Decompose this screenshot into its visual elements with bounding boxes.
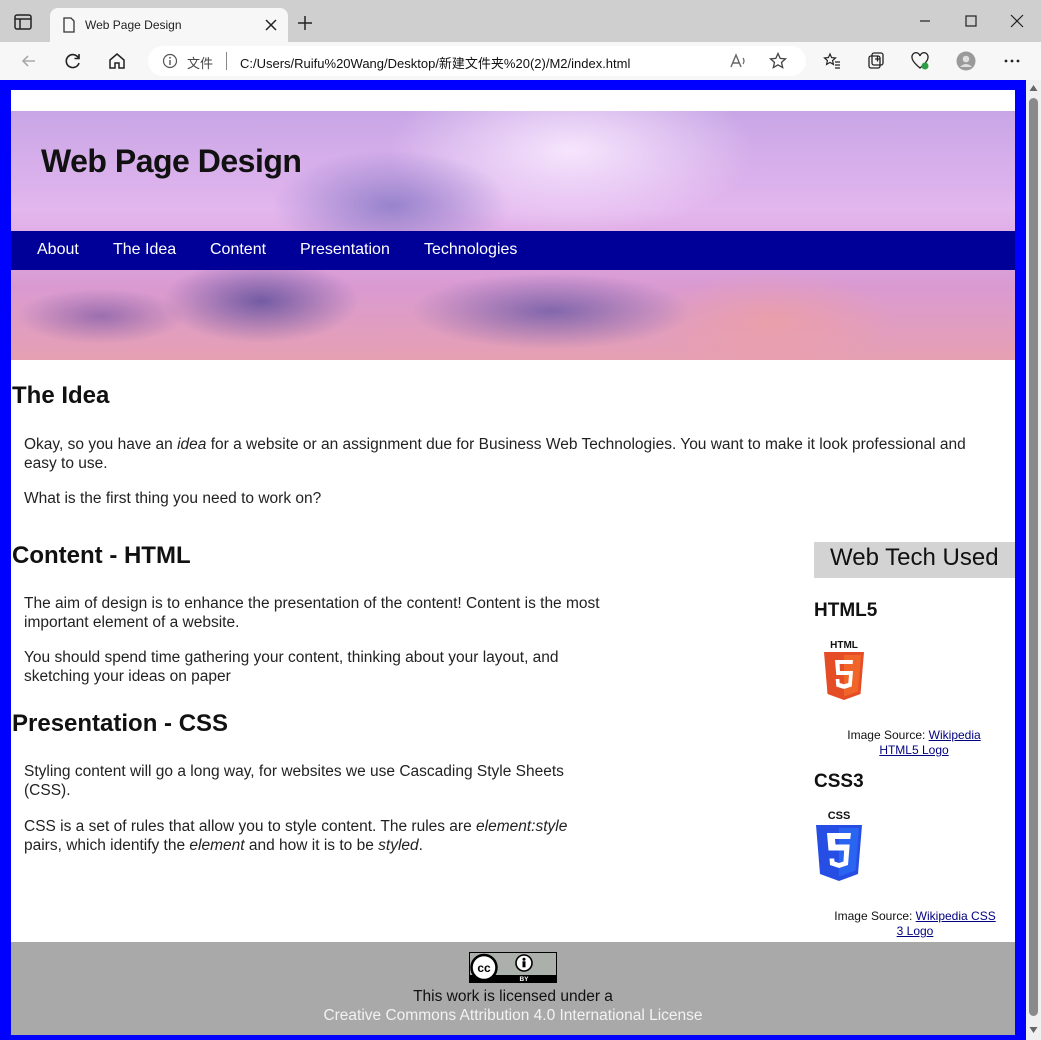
menu-item-content[interactable]: Content [210,241,266,259]
css3-heading: CSS3 [814,771,864,792]
html5-logo-icon: HTML [824,640,864,700]
aside-heading: Web Tech Used [814,542,1015,578]
new-tab-icon[interactable] [296,14,314,32]
active-tab[interactable]: Web Page Design [50,8,288,42]
url-text[interactable]: C:/Users/Ruifu%20Wang/Desktop/新建文件夹%20(2… [240,53,630,72]
html5-heading: HTML5 [814,600,878,621]
address-separator [226,52,227,70]
license-text: This work is licensed under a [413,988,613,1005]
scroll-up-arrow-icon[interactable] [1029,84,1038,92]
document-icon [63,17,75,33]
presentation-paragraph-1: Styling content will go a long way, for … [24,763,564,799]
address-prefix: 文件 [187,56,214,71]
refresh-icon[interactable] [63,51,83,71]
tab-strip: Web Page Design [0,0,1041,42]
svg-text:HTML: HTML [830,640,858,651]
tab-actions-icon[interactable] [14,14,32,30]
content-paragraph-1: The aim of design is to enhance the pres… [24,595,600,631]
menu-item-about[interactable]: About [37,241,79,259]
main-menu: About The Idea Content Presentation Tech… [11,231,1015,270]
svg-text:BY: BY [519,976,529,983]
content-paragraph-2: You should spend time gathering your con… [24,649,559,685]
close-window-icon[interactable] [1008,12,1026,30]
site-title: Web Page Design [41,143,302,179]
collections-icon[interactable] [866,51,886,71]
page-viewport: Web Page Design About The Idea Content P… [0,80,1041,1040]
home-icon[interactable] [107,51,127,71]
cc-by-license-badge[interactable]: cc BY [469,952,557,983]
scrollbar-thumb[interactable] [1029,98,1038,1016]
section-heading-presentation: Presentation - CSS [12,710,229,737]
address-bar[interactable]: 文件 C:/Users/Ruifu%20Wang/Desktop/新建文件夹%2… [148,46,806,76]
favorite-star-icon[interactable] [768,51,788,71]
address-toolbar: 文件 C:/Users/Ruifu%20Wang/Desktop/新建文件夹%2… [0,42,1041,80]
page-body: Web Page Design About The Idea Content P… [11,90,1015,1035]
section-heading-content: Content - HTML [12,542,191,569]
menu-item-technologies[interactable]: Technologies [424,241,517,259]
menu-item-the-idea[interactable]: The Idea [113,241,176,259]
profile-avatar-icon[interactable] [956,51,976,71]
vertical-scrollbar[interactable] [1026,80,1041,1040]
more-menu-icon[interactable] [1002,51,1022,71]
header-banner: Web Page Design About The Idea Content P… [11,111,1015,360]
read-aloud-icon[interactable] [728,51,748,71]
license-link[interactable]: Creative Commons Attribution 4.0 Interna… [11,1007,1015,1025]
section-heading-idea: The Idea [12,382,110,409]
back-icon[interactable] [19,51,39,71]
css3-logo-icon: CSS [816,810,862,881]
favorites-icon[interactable] [822,51,842,71]
close-tab-icon[interactable] [264,18,278,32]
presentation-paragraph-2: CSS is a set of rules that allow you to … [24,818,568,854]
svg-text:CSS: CSS [828,810,851,822]
minimize-icon[interactable] [916,12,934,30]
svg-text:cc: cc [477,961,491,975]
idea-paragraph-2: What is the first thing you need to work… [24,490,322,507]
idea-paragraph-1: Okay, so you have an idea for a website … [24,436,966,472]
html5-image-credit: Image Source: Wikipedia HTML5 Logo [847,728,981,757]
info-icon[interactable] [162,53,178,69]
maximize-icon[interactable] [962,12,980,30]
menu-item-presentation[interactable]: Presentation [300,241,390,259]
tab-title: Web Page Design [85,18,182,32]
css3-image-credit: Image Source: Wikipedia CSS 3 Logo [834,909,996,938]
page-footer: cc BY This work is licensed under a Crea… [11,942,1015,1035]
browser-essentials-icon[interactable] [910,51,930,71]
scroll-down-arrow-icon[interactable] [1029,1026,1038,1034]
